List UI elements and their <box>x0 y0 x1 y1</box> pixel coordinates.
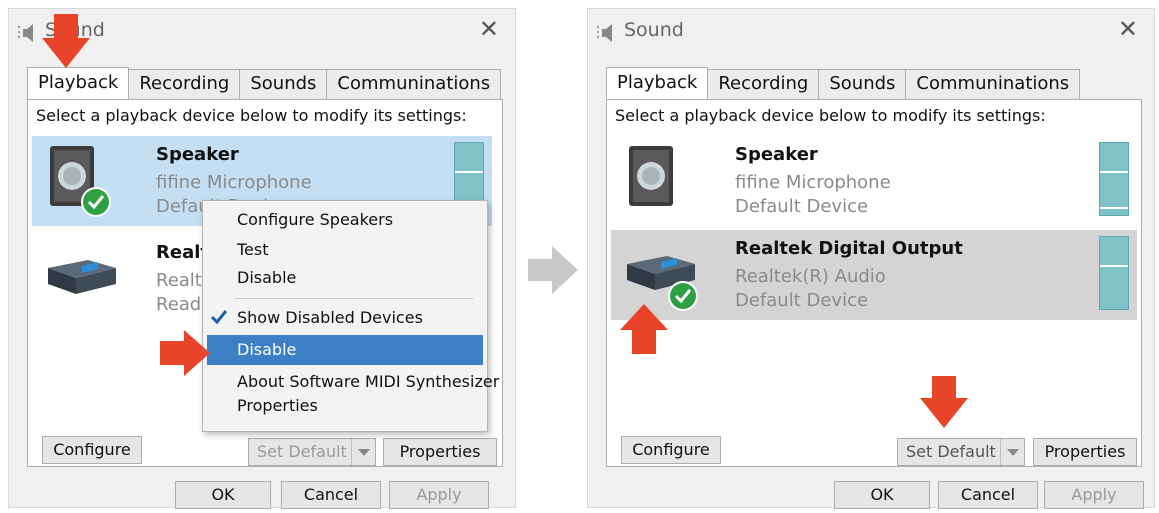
menu-item-disable-top[interactable]: Disable <box>203 263 487 293</box>
speaker-icon <box>629 146 673 206</box>
tab-bar: Playback Recording Sounds Communinations <box>606 67 1081 99</box>
set-default-button[interactable]: Set Default <box>897 438 1025 466</box>
volume-meter <box>1099 236 1129 310</box>
device-status: Default Device <box>735 196 869 217</box>
menu-item-disable-highlighted[interactable]: Disable <box>207 335 483 365</box>
tab-recording[interactable]: Recording <box>707 69 820 99</box>
menu-separator <box>235 298 473 299</box>
speaker-icon <box>50 146 111 217</box>
menu-item-configure-speakers[interactable]: Configure Speakers <box>203 205 487 235</box>
ok-button[interactable]: OK <box>834 481 930 509</box>
chevron-down-icon[interactable] <box>1000 439 1024 465</box>
playback-panel: Select a playback device below to modify… <box>606 99 1142 467</box>
cancel-button[interactable]: Cancel <box>281 481 381 509</box>
instruction-text: Select a playback device below to modify… <box>615 106 1046 125</box>
device-description: Realtek(R) Audio <box>735 266 886 287</box>
instruction-text: Select a playback device below to modify… <box>36 106 467 125</box>
red-callout-arrow-disable <box>160 330 210 376</box>
tab-playback[interactable]: Playback <box>606 67 709 99</box>
window-title: Sound <box>624 19 684 41</box>
digital-output-icon <box>48 260 116 294</box>
properties-button[interactable]: Properties <box>383 438 497 466</box>
tab-sounds[interactable]: Sounds <box>818 69 907 99</box>
sound-app-icon <box>597 24 612 42</box>
menu-item-test[interactable]: Test <box>203 235 487 265</box>
gray-transition-arrow <box>528 246 578 294</box>
tab-playback[interactable]: Playback <box>27 67 130 99</box>
set-default-button[interactable]: Set Default <box>248 438 376 466</box>
title-bar: Sound ✕ <box>588 9 1154 55</box>
apply-button[interactable]: Apply <box>389 481 489 509</box>
configure-button[interactable]: Configure <box>42 436 142 464</box>
tab-recording[interactable]: Recording <box>128 69 241 99</box>
close-icon[interactable]: ✕ <box>479 17 499 41</box>
device-name: Speaker <box>735 144 818 165</box>
menu-checkmark-icon <box>210 310 228 325</box>
device-description: fifine Microphone <box>735 172 891 193</box>
device-name: Realtek Digital Output <box>735 238 963 259</box>
device-speaker[interactable]: Speaker fifine Microphone Default Device <box>611 136 1137 226</box>
menu-item-properties[interactable]: Properties <box>203 391 487 421</box>
configure-button[interactable]: Configure <box>621 436 721 464</box>
cancel-button[interactable]: Cancel <box>938 481 1038 509</box>
chevron-down-icon[interactable] <box>351 439 375 465</box>
digital-output-icon <box>627 256 698 311</box>
red-callout-arrow-device <box>620 304 668 354</box>
context-menu: Configure Speakers Test Disable Show Dis… <box>202 200 499 432</box>
red-callout-arrow-tab <box>42 14 90 68</box>
apply-button[interactable]: Apply <box>1044 481 1144 509</box>
properties-button[interactable]: Properties <box>1033 438 1137 466</box>
device-name: Speaker <box>156 144 239 165</box>
tab-communications[interactable]: Communinations <box>905 69 1081 99</box>
tab-sounds[interactable]: Sounds <box>239 69 328 99</box>
close-icon[interactable]: ✕ <box>1118 17 1138 41</box>
menu-item-show-disabled[interactable]: Show Disabled Devices <box>203 303 487 333</box>
device-status: Default Device <box>735 290 869 311</box>
tab-communications[interactable]: Communinations <box>326 69 502 99</box>
device-digital-output[interactable]: Realtek Digital Output Realtek(R) Audio … <box>611 230 1137 320</box>
sound-app-icon <box>18 24 33 42</box>
tab-bar: Playback Recording Sounds Communinations <box>27 67 502 99</box>
set-default-label: Set Default <box>257 442 347 461</box>
volume-meter <box>1099 142 1129 216</box>
red-callout-arrow-set-default <box>920 376 968 428</box>
sound-dialog-right: Sound ✕ Playback Recording Sounds Commun… <box>587 8 1155 509</box>
menu-item-label: Show Disabled Devices <box>237 308 423 327</box>
ok-button[interactable]: OK <box>175 481 271 509</box>
device-description: fifine Microphone <box>156 172 312 193</box>
set-default-label: Set Default <box>906 442 996 461</box>
